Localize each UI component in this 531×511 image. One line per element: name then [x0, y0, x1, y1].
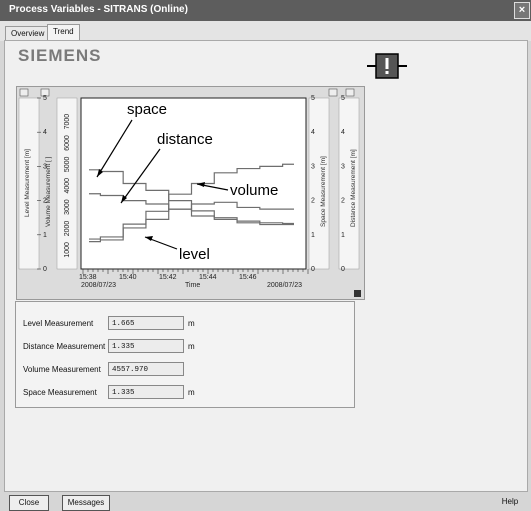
distance-axis-tick: 2: [341, 198, 345, 205]
distance-axis-tick: 3: [341, 163, 345, 170]
space-axis-tick: 2: [311, 198, 315, 205]
x-end-date: 2008/07/23: [267, 282, 302, 289]
trend-chart-svg: Level Measurement [m] 0 1 2 3 4 5 Volume Measur…: [18, 88, 361, 297]
level-axis-tick: 1: [43, 232, 47, 239]
chart-scroll-up-icon[interactable]: [19, 88, 29, 97]
x-axis-tick: 15:42: [159, 274, 177, 281]
x-axis: 15:38 15:40 15:42 15:44 15:46: [79, 269, 309, 281]
siemens-logo: SIEMENS: [18, 46, 102, 65]
volume-measurement-field[interactable]: 4557.970: [108, 362, 184, 376]
x-start-date: 2008/07/23: [81, 282, 116, 289]
distance-axis-tick: 1: [341, 232, 345, 239]
space-axis-tick: 5: [311, 95, 315, 102]
tab-bar: Overview Trend: [0, 21, 531, 43]
window-title: Process Variables - SITRANS (Online): [9, 4, 188, 15]
distance-measurement-unit: m: [188, 342, 195, 351]
left-axes: Level Measurement [m]012345Volume Measur…: [18, 95, 78, 273]
space-axis-tick: 4: [311, 129, 315, 136]
x-axis-tick: 15:38: [79, 274, 97, 281]
chart-scroll-up-right-icon[interactable]: [328, 88, 338, 97]
level-axis-title: Level Measurement [m]: [24, 149, 31, 217]
volume-axis-tick: 4000: [64, 178, 71, 194]
volume-axis-tick: 7000: [64, 114, 71, 130]
level-measurement-label: Level Measurement: [23, 319, 94, 328]
close-icon[interactable]: ×: [514, 2, 530, 19]
space-axis-tick: 0: [311, 266, 315, 273]
annotation-space: space: [127, 101, 167, 118]
volume-axis-tick: 1000: [64, 242, 71, 258]
level-axis-tick: 4: [43, 129, 47, 136]
level-measurement-field[interactable]: 1.665: [108, 316, 184, 330]
x-axis-tick: 15:44: [199, 274, 217, 281]
chart-zoom-right-icon[interactable]: [345, 88, 355, 97]
bottom-bar: Close Messages Help: [0, 493, 531, 511]
volume-axis-tick: 2000: [64, 221, 71, 237]
annotation-volume: volume: [230, 182, 278, 199]
trend-chart: Level Measurement [m] 0 1 2 3 4 5 Volume Measur…: [16, 86, 365, 300]
distance-axis-title: Distance Measurement [m]: [350, 149, 357, 227]
volume-axis-tick: 3000: [64, 199, 71, 215]
distance-measurement-label: Distance Measurement: [23, 342, 106, 351]
right-axes: Space Measurement [m] Distance Measuremen…: [308, 95, 360, 273]
volume-axis-tick: 5000: [64, 156, 71, 172]
distance-axis-tick: 4: [341, 129, 345, 136]
annotation-level: level: [179, 246, 210, 263]
close-button[interactable]: Close: [9, 495, 49, 511]
volume-measurement-label: Volume Measurement: [23, 365, 101, 374]
level-axis-tick: 5: [43, 95, 47, 102]
space-measurement-label: Space Measurement: [23, 388, 97, 397]
distance-axis-tick: 0: [341, 266, 345, 273]
title-bar: Process Variables - SITRANS (Online) ×: [0, 0, 531, 21]
chart-resize-icon[interactable]: [354, 290, 361, 297]
space-measurement-field[interactable]: 1.335: [108, 385, 184, 399]
space-axis-tick: 1: [311, 232, 315, 239]
help-button[interactable]: Help: [493, 495, 527, 509]
space-measurement-unit: m: [188, 388, 195, 397]
space-axis-title: Space Measurement [m]: [320, 156, 327, 227]
x-axis-tick: 15:46: [239, 274, 257, 281]
messages-button[interactable]: Messages: [62, 495, 110, 511]
maintenance-exclamation-icon: [367, 53, 407, 79]
level-axis-tick: 0: [43, 266, 47, 273]
level-measurement-unit: m: [188, 319, 195, 328]
distance-measurement-field[interactable]: 1.335: [108, 339, 184, 353]
volume-axis-title: Volume Measurement [ ]: [45, 156, 52, 227]
space-axis-tick: 3: [311, 163, 315, 170]
annotation-distance: distance: [157, 131, 213, 148]
distance-axis-tick: 5: [341, 95, 345, 102]
x-axis-tick: 15:40: [119, 274, 137, 281]
trend-panel: SIEMENS Level Measurement [m] 0 1 2 3 4 5 Volum…: [4, 40, 528, 492]
measurements-panel: Level Measurement 1.665 m Distance Measu…: [15, 301, 355, 408]
volume-axis-tick: 6000: [64, 135, 71, 151]
x-axis-title: Time: [185, 282, 200, 289]
